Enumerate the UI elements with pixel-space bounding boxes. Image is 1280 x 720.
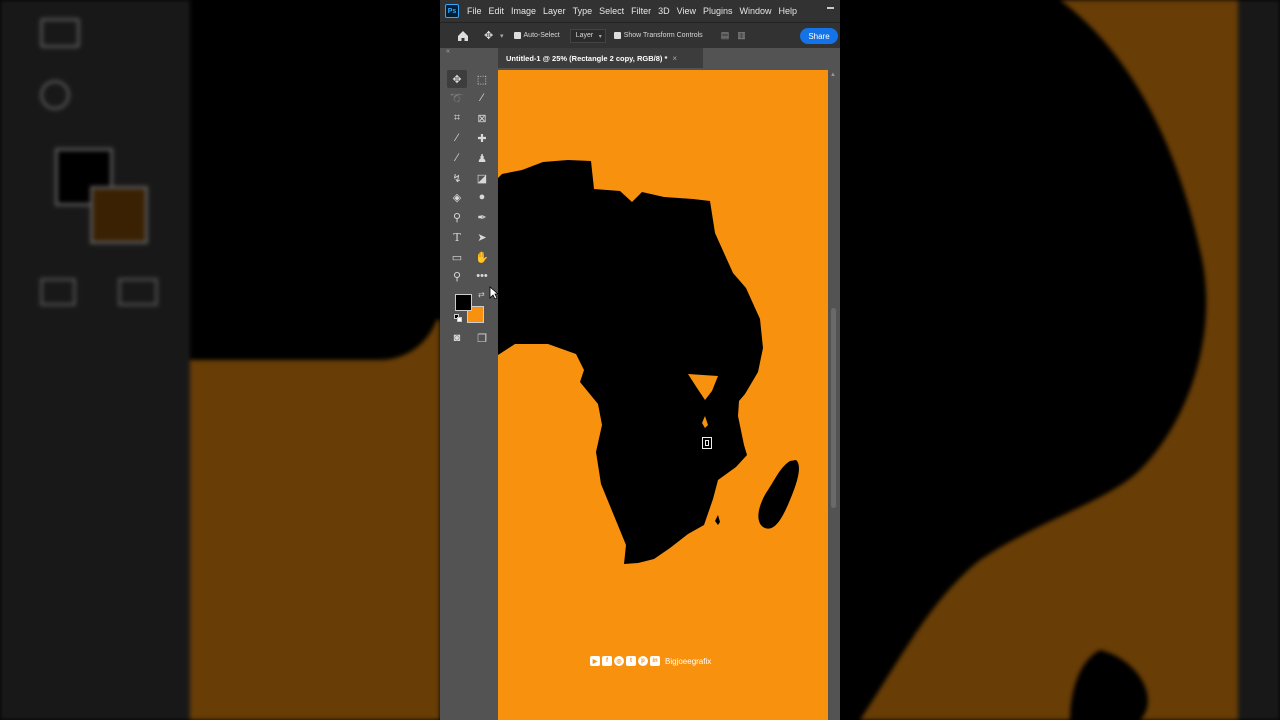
menu-layer[interactable]: Layer [543,6,566,16]
more-tools-icon[interactable]: ••• [472,267,492,285]
screen-mode-icon[interactable]: ❐ [472,329,492,347]
default-colors-icon[interactable] [454,314,462,322]
transform-center-point-icon[interactable] [702,437,712,449]
move-tool-icon[interactable]: ✥ [447,70,467,88]
dodge-tool-icon[interactable]: ⚲ [447,208,467,226]
blur-tool-icon[interactable]: ● [472,188,492,206]
eyedropper-tool-icon[interactable]: ⁄ [447,129,467,147]
menu-edit[interactable]: Edit [489,6,505,16]
move-tool-options-icon[interactable]: ✥ [484,30,496,42]
watermark: ▶ f ◎ t p in Bigjoeegrafix [590,656,711,666]
rectangle-tool-icon[interactable]: ▭ [447,248,467,266]
menu-plugins[interactable]: Plugins [703,6,733,16]
menu-window[interactable]: Window [740,6,772,16]
magic-wand-tool-icon[interactable]: ⁄ [472,89,492,107]
video-frame: Ps File Edit Image Layer Type Select Fil… [0,0,1280,720]
share-button[interactable]: Share [800,28,838,44]
brush-tool-icon[interactable]: ∕ [447,149,467,167]
blurred-backdrop-right [840,0,1280,720]
eraser-tool-icon[interactable]: ◪ [472,169,492,187]
pen-tool-icon[interactable]: ✒ [472,208,492,226]
menu-image[interactable]: Image [511,6,536,16]
minimize-icon[interactable] [827,7,834,9]
menu-view[interactable]: View [677,6,696,16]
auto-select-target-dropdown[interactable]: Layer ▾ [569,28,606,43]
auto-select-label: Auto-Select [523,32,560,39]
options-bar: ✥ ▾ Auto-Select Layer ▾ Show Transform C… [440,22,840,48]
hand-tool-icon[interactable]: ✋ [472,248,492,266]
auto-select-target-value: Layer [575,32,594,39]
auto-select-checkbox[interactable] [513,32,521,39]
distribute-icon[interactable]: ▥ [737,30,746,41]
align-icon[interactable]: ▤ [721,30,730,41]
linkedin-icon: in [650,656,660,666]
type-tool-icon[interactable]: T [447,228,467,246]
photoshop-logo: Ps [445,4,459,18]
scrollbar-thumb[interactable] [831,308,836,508]
path-selection-tool-icon[interactable]: ➤ [472,228,492,246]
menu-filter[interactable]: Filter [631,6,651,16]
tools-panel: ✥ ⬚ ➰ ⁄ ⌗ ⊠ ⁄ ✚ ∕ ♟ ↯ ◪ ◈ ● ⚲ ✒ T ➤ ▭ ✋ … [443,68,497,358]
marquee-tool-icon[interactable]: ⬚ [472,70,492,88]
menu-3d[interactable]: 3D [658,6,670,16]
show-transform-controls-checkbox[interactable] [613,32,621,39]
close-icon[interactable]: × [672,54,677,63]
facebook-icon: f [602,656,612,666]
clone-stamp-tool-icon[interactable]: ♟ [472,149,492,167]
home-icon[interactable] [456,29,470,43]
vertical-scrollbar[interactable]: ▲ [828,70,840,720]
lasso-tool-icon[interactable]: ➰ [447,89,467,107]
chevron-down-icon: ▾ [598,33,602,40]
youtube-icon: ▶ [590,656,600,666]
photoshop-window: Ps File Edit Image Layer Type Select Fil… [440,0,840,720]
crop-tool-icon[interactable]: ⌗ [447,109,467,127]
document-tab[interactable]: Untitled-1 @ 25% (Rectangle 2 copy, RGB/… [498,48,703,68]
zoom-tool-icon[interactable]: ⚲ [447,267,467,285]
chevron-down-icon[interactable]: ▾ [500,32,504,40]
frame-tool-icon[interactable]: ⊠ [472,109,492,127]
menu-file[interactable]: File [467,6,482,16]
scroll-up-icon[interactable]: ▲ [830,72,836,78]
show-transform-controls-label: Show Transform Controls [623,32,703,39]
quick-mask-icon[interactable]: ◙ [447,329,467,347]
menu-select[interactable]: Select [599,6,624,16]
instagram-icon: ◎ [614,656,624,666]
menu-help[interactable]: Help [779,6,798,16]
paint-bucket-tool-icon[interactable]: ◈ [447,188,467,206]
document-tab-title: Untitled-1 @ 25% (Rectangle 2 copy, RGB/… [506,53,668,63]
document-canvas[interactable]: ▶ f ◎ t p in Bigjoeegrafix [498,70,828,720]
watermark-text: Bigjoeegrafix [665,656,712,666]
collapse-panel-icon[interactable]: « [446,48,450,55]
menu-bar: Ps File Edit Image Layer Type Select Fil… [440,0,840,22]
foreground-color-swatch[interactable] [455,294,472,311]
menu-type[interactable]: Type [573,6,593,16]
healing-brush-tool-icon[interactable]: ✚ [472,129,492,147]
pinterest-icon: p [638,656,648,666]
twitter-icon: t [626,656,636,666]
history-brush-tool-icon[interactable]: ↯ [447,169,467,187]
swap-colors-icon[interactable]: ⇄ [478,290,485,299]
blurred-backdrop-left [0,0,440,720]
africa-silhouette[interactable] [498,70,828,720]
